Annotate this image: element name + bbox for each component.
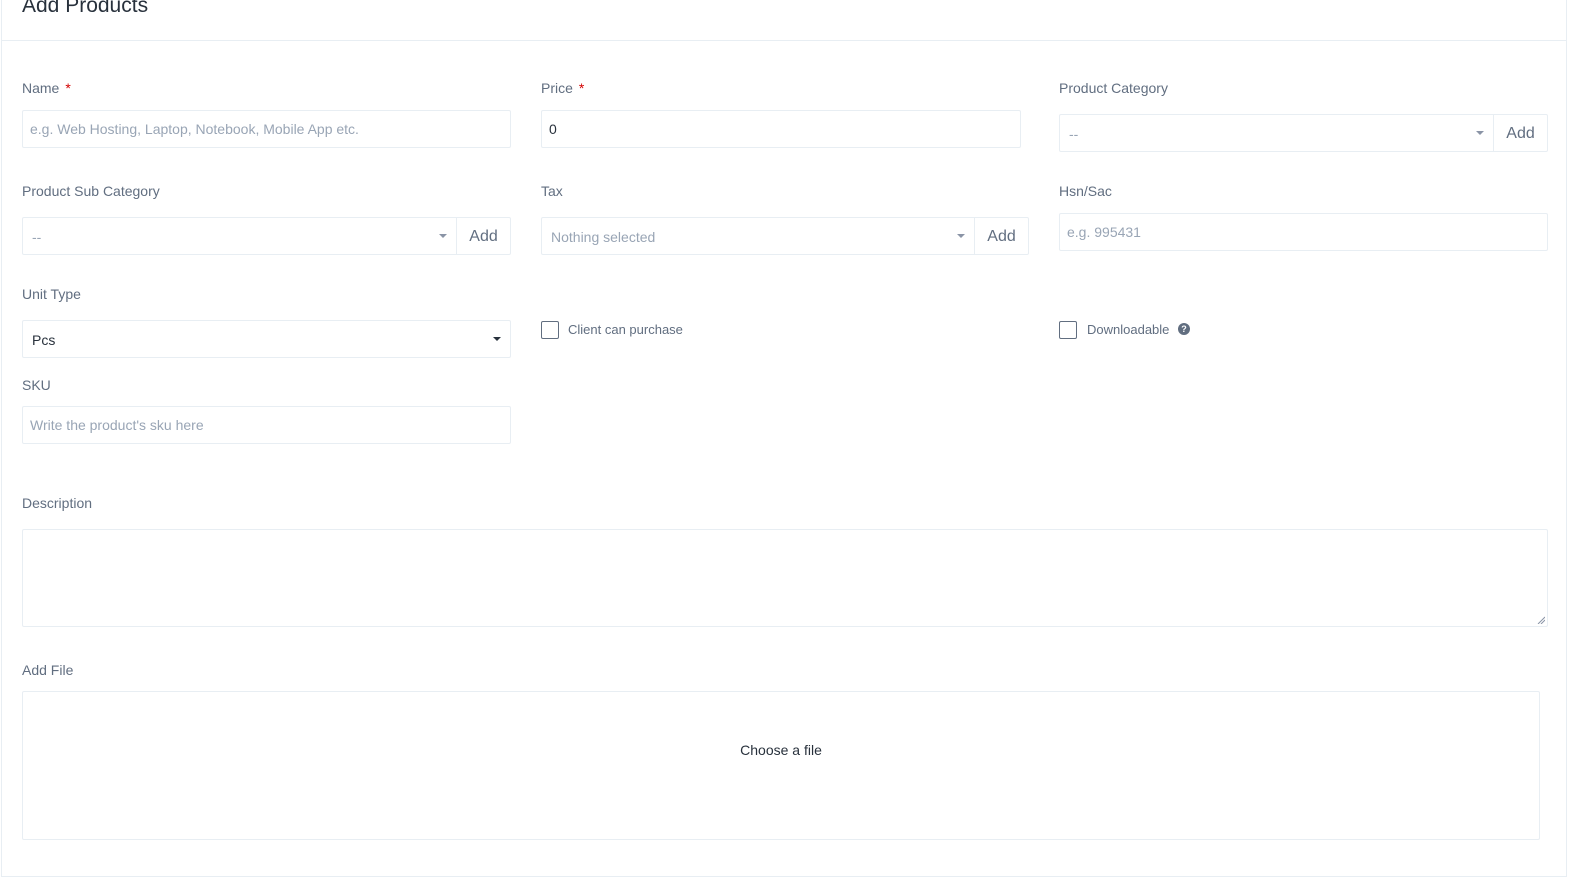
add-file-label: Add File: [22, 662, 74, 678]
downloadable-checkbox[interactable]: [1059, 321, 1077, 339]
required-marker: *: [65, 80, 71, 96]
product-category-label: Product Category: [1059, 80, 1168, 96]
client-can-purchase-label: Client can purchase: [568, 322, 683, 337]
caret-down-icon: [439, 234, 447, 238]
required-marker: *: [578, 80, 585, 96]
add-product-category-button[interactable]: Add: [1494, 114, 1548, 152]
caret-down-icon: [957, 234, 965, 238]
hsn-sac-input[interactable]: [1059, 213, 1548, 251]
name-label: Name *: [22, 80, 71, 96]
product-sub-category-label: Product Sub Category: [22, 183, 160, 199]
client-can-purchase-checkbox[interactable]: [541, 321, 559, 339]
unit-type-select[interactable]: Pcs: [22, 320, 511, 358]
tax-value: Nothing selected: [551, 229, 656, 245]
product-category-select[interactable]: --: [1059, 114, 1494, 152]
caret-down-icon: [1476, 131, 1484, 135]
file-dropzone[interactable]: Choose a file: [22, 691, 1540, 840]
add-product-sub-category-button[interactable]: Add: [457, 217, 511, 255]
choose-file-text: Choose a file: [740, 742, 822, 758]
tax-select[interactable]: Nothing selected: [541, 217, 975, 255]
price-input[interactable]: [541, 110, 1021, 148]
price-label: Price *: [541, 80, 585, 96]
question-circle-icon[interactable]: ?: [1178, 323, 1190, 335]
unit-type-value: Pcs: [32, 332, 56, 348]
description-label: Description: [22, 495, 93, 511]
product-sub-category-select[interactable]: --: [22, 217, 457, 255]
tax-label: Tax: [541, 183, 563, 199]
caret-down-icon: [493, 337, 501, 341]
panel-header: Add Products: [2, 0, 1566, 41]
resize-grip-icon[interactable]: [1537, 616, 1545, 624]
unit-type-label: Unit Type: [22, 286, 81, 302]
product-category-value: --: [1069, 126, 1079, 142]
add-tax-button[interactable]: Add: [975, 217, 1029, 255]
product-sub-category-value: --: [32, 229, 42, 245]
sku-label: SKU: [22, 377, 51, 393]
sku-input[interactable]: [22, 406, 511, 444]
page-title: Add Products: [22, 0, 149, 17]
hsn-sac-label: Hsn/Sac: [1059, 183, 1112, 199]
downloadable-label: Downloadable: [1087, 322, 1170, 337]
description-textarea[interactable]: [22, 529, 1548, 627]
name-input[interactable]: [22, 110, 511, 148]
